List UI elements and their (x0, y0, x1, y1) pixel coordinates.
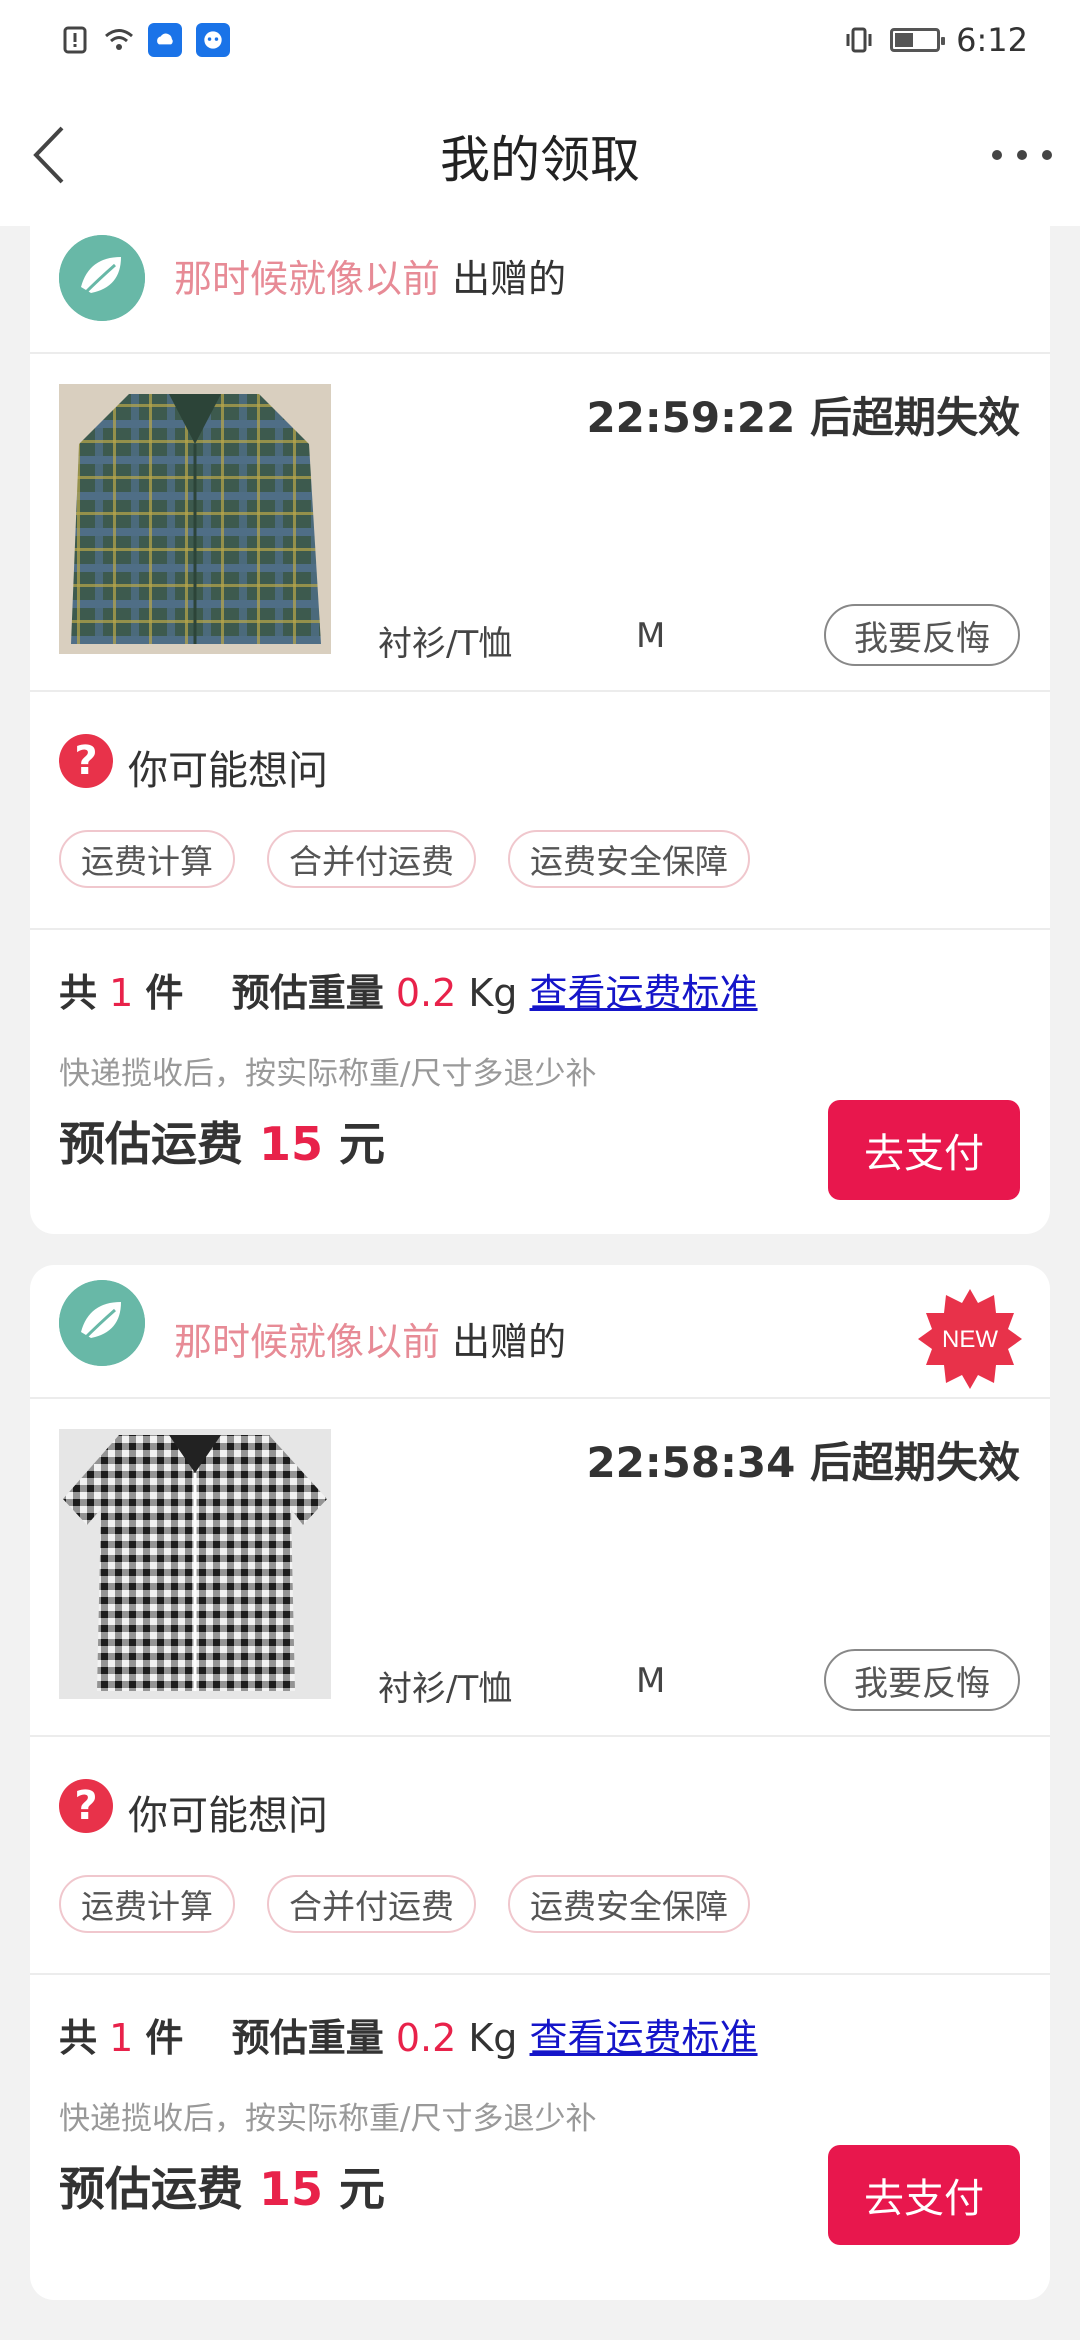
countdown-text: 22:59:22 后超期失效 (586, 393, 1020, 442)
freight-standard-link[interactable]: 查看运费标准 (530, 971, 758, 1015)
leaf-avatar-icon[interactable] (59, 235, 145, 321)
item-thumbnail[interactable] (59, 384, 331, 654)
new-badge-icon: NEW (918, 1289, 1022, 1389)
giver-suffix: 出赠的 (452, 257, 567, 301)
pay-button[interactable]: 去支付 (828, 1100, 1020, 1200)
item-row[interactable]: 22:59:22 后超期失效 衬衫/T恤 M 我要反悔 (30, 354, 1050, 692)
fee-value: 15 (259, 2162, 324, 2216)
battery-icon (890, 28, 946, 52)
faq-title: 你可能想问 (128, 1793, 328, 1839)
status-bar: 6:12 (0, 0, 1080, 80)
faq-chip[interactable]: 运费安全保障 (508, 1875, 750, 1933)
claim-card: 那时候就像以前 出赠的 22:59:22 后超期失效 衬衫/T恤 M 我要反悔 … (30, 220, 1050, 1234)
fee-value: 15 (259, 1117, 324, 1171)
question-icon: ? (59, 734, 113, 788)
item-thumbnail[interactable] (59, 1429, 331, 1699)
faq-chip[interactable]: 合并付运费 (267, 1875, 476, 1933)
giver-suffix: 出赠的 (452, 1320, 567, 1364)
svg-text:NEW: NEW (942, 1326, 998, 1353)
faq-section: ? 你可能想问 运费计算 合并付运费 运费安全保障 (30, 692, 1050, 930)
weight-label: 预估重量 (231, 971, 384, 1015)
weather-app-icon (148, 23, 182, 57)
faq-chip[interactable]: 合并付运费 (267, 830, 476, 888)
quantity-value: 1 (109, 2016, 134, 2060)
regret-button[interactable]: 我要反悔 (824, 1649, 1020, 1711)
fee-line: 预估运费 15 元 (59, 2162, 386, 2216)
countdown-text: 22:58:34 后超期失效 (586, 1438, 1020, 1487)
sim-alert-icon (60, 25, 90, 55)
item-category: 衬衫/T恤 (378, 624, 513, 664)
weight-label: 预估重量 (231, 2016, 384, 2060)
page-title: 我的领取 (440, 131, 640, 189)
weight-value: 0.2 (395, 2016, 457, 2060)
faq-title: 你可能想问 (128, 748, 328, 794)
giver-row: 那时候就像以前 出赠的 (30, 220, 1050, 354)
freight-standard-link[interactable]: 查看运费标准 (530, 2016, 758, 2060)
more-button[interactable] (992, 130, 1052, 180)
status-time: 6:12 (956, 21, 1028, 59)
more-icon (992, 150, 1002, 160)
vibrate-icon (844, 25, 874, 55)
quantity-value: 1 (109, 971, 134, 1015)
freight-note: 快递揽收后，按实际称重/尺寸多退少补 (59, 2101, 597, 2137)
item-size: M (636, 1661, 666, 1701)
item-category: 衬衫/T恤 (378, 1669, 513, 1709)
faq-chip[interactable]: 运费安全保障 (508, 830, 750, 888)
quantity-weight-line: 共 1 件 预估重量 0.2 Kg 查看运费标准 (59, 2016, 758, 2060)
giver-row: 那时候就像以前 出赠的 NEW (30, 1265, 1050, 1399)
fee-line: 预估运费 15 元 (59, 1117, 386, 1171)
faq-chip[interactable]: 运费计算 (59, 1875, 235, 1933)
app-header: 我的领取 (0, 80, 1080, 226)
freight-note: 快递揽收后，按实际称重/尺寸多退少补 (59, 1056, 597, 1092)
wifi-icon (104, 25, 134, 55)
leaf-avatar-icon[interactable] (59, 1280, 145, 1366)
giver-name[interactable]: 那时候就像以前 (174, 257, 440, 301)
claim-card: 那时候就像以前 出赠的 NEW 22:58:34 后超期失效 衬衫/T恤 M 我… (30, 1265, 1050, 2300)
regret-button[interactable]: 我要反悔 (824, 604, 1020, 666)
item-row[interactable]: 22:58:34 后超期失效 衬衫/T恤 M 我要反悔 (30, 1399, 1050, 1737)
quantity-weight-line: 共 1 件 预估重量 0.2 Kg 查看运费标准 (59, 971, 758, 1015)
question-icon: ? (59, 1779, 113, 1833)
giver-name[interactable]: 那时候就像以前 (174, 1320, 440, 1364)
faq-chip[interactable]: 运费计算 (59, 830, 235, 888)
item-size: M (636, 616, 666, 656)
bot-app-icon (196, 23, 230, 57)
faq-section: ? 你可能想问 运费计算 合并付运费 运费安全保障 (30, 1737, 1050, 1975)
summary-section: 共 1 件 预估重量 0.2 Kg 查看运费标准 快递揽收后，按实际称重/尺寸多… (30, 1975, 1050, 2275)
summary-section: 共 1 件 预估重量 0.2 Kg 查看运费标准 快递揽收后，按实际称重/尺寸多… (30, 930, 1050, 1230)
pay-button[interactable]: 去支付 (828, 2145, 1020, 2245)
weight-value: 0.2 (395, 971, 457, 1015)
